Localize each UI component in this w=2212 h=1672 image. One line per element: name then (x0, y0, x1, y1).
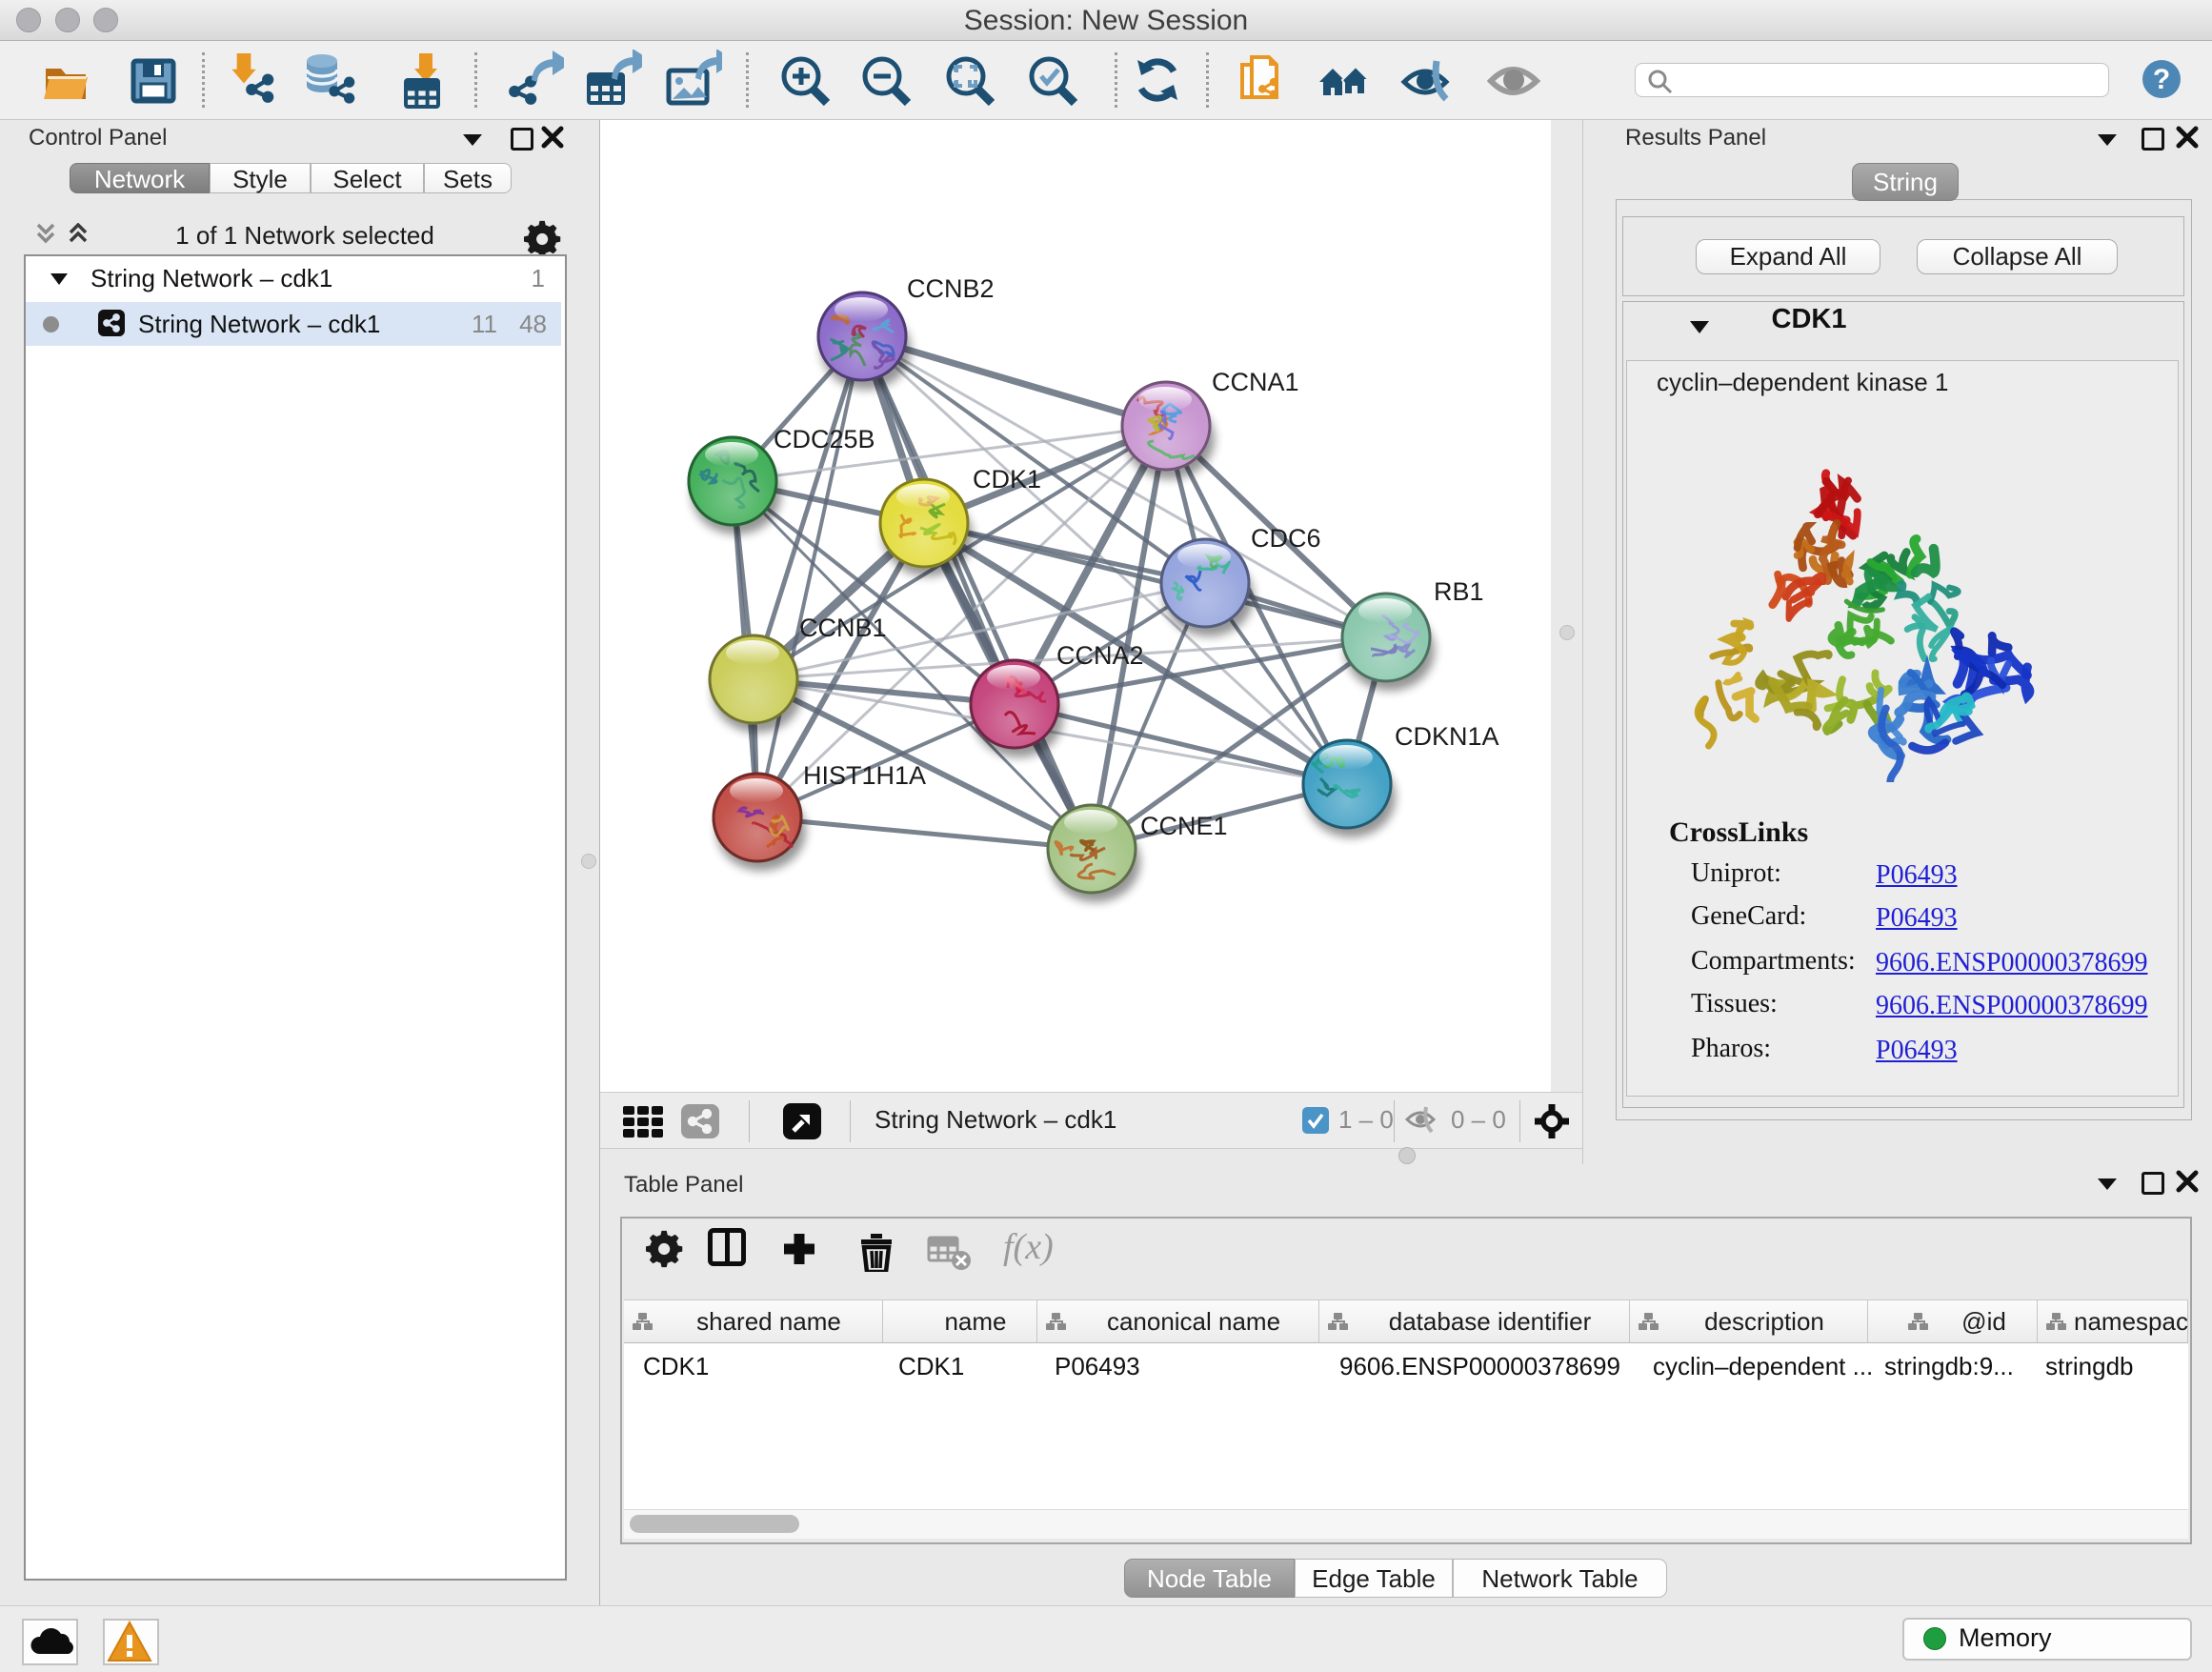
svg-text:?: ? (2153, 64, 2170, 95)
svg-text:CDC6: CDC6 (1251, 524, 1321, 553)
svg-text:CDC25B: CDC25B (774, 425, 875, 453)
svg-text:CDK1: CDK1 (973, 465, 1041, 494)
svg-text:CCNB1: CCNB1 (799, 614, 887, 642)
svg-text:HIST1H1A: HIST1H1A (803, 761, 926, 790)
svg-text:CDKN1A: CDKN1A (1395, 722, 1499, 751)
svg-text:CCNE1: CCNE1 (1140, 812, 1228, 840)
svg-text:CCNA2: CCNA2 (1056, 641, 1144, 670)
svg-text:RB1: RB1 (1434, 577, 1484, 606)
svg-text:CCNA1: CCNA1 (1212, 368, 1299, 396)
svg-text:CCNB2: CCNB2 (907, 274, 995, 303)
